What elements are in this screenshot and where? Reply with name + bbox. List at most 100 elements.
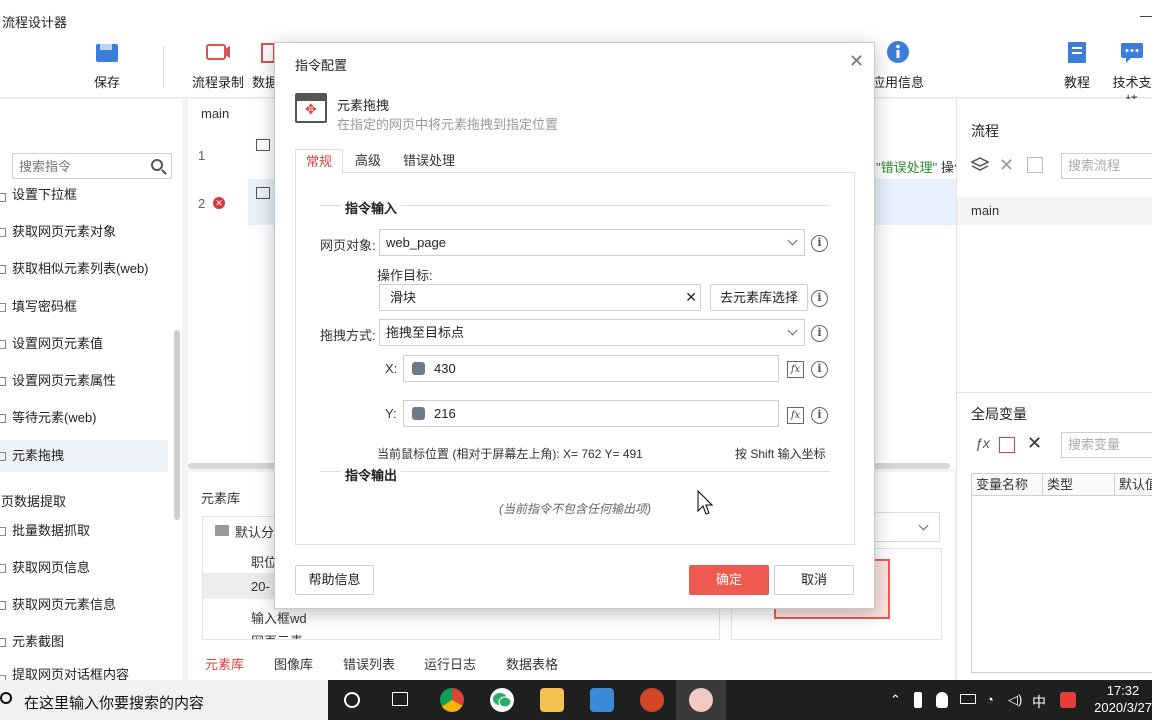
target-input[interactable]: 滑块 ✕ (379, 284, 701, 311)
save-icon (94, 40, 120, 64)
chevron-down-icon (787, 325, 798, 336)
command-item[interactable]: 元素截图 (0, 626, 168, 658)
tab-general[interactable]: 常规 (295, 149, 344, 174)
app-info-button[interactable]: 应用信息 (872, 40, 924, 91)
wechat-icon[interactable] (490, 688, 514, 712)
bracket-icon (0, 638, 6, 647)
rename-icon[interactable] (1027, 157, 1043, 173)
delete-var-icon[interactable]: ✕ (1027, 433, 1042, 454)
chevron-up-icon[interactable]: ⌃ (890, 692, 901, 708)
wifi-icon[interactable]: ◔ (986, 692, 994, 707)
qq-icon[interactable] (936, 692, 948, 708)
section-input-title: 指令输入 (341, 198, 402, 217)
command-search-input[interactable] (13, 154, 143, 178)
save-button[interactable]: 保存 (94, 40, 120, 91)
dialog-title: 指令配置 (295, 58, 348, 73)
drag-element-icon (295, 93, 327, 123)
tab-advanced[interactable]: 高级 (345, 149, 391, 174)
info-icon[interactable]: i (811, 235, 828, 252)
info-icon[interactable]: i (811, 407, 828, 424)
command-item[interactable]: 设置网页元素属性 (0, 365, 168, 397)
command-item[interactable]: 等待元素(web) (0, 402, 168, 434)
taskbar-search[interactable]: 在这里输入你要搜索的内容 (0, 680, 328, 720)
cancel-button[interactable]: 取消 (774, 565, 854, 595)
tab-main[interactable]: main (188, 99, 268, 129)
command-item[interactable]: 设置下拉框 (0, 181, 168, 209)
col-header-name[interactable]: 变量名称 (972, 474, 1043, 496)
fx-icon[interactable]: fx (787, 407, 804, 424)
phone-icon[interactable] (914, 692, 922, 708)
preview-dropdown[interactable] (874, 512, 940, 542)
battery-icon[interactable] (960, 694, 976, 704)
delete-icon[interactable]: ✕ (999, 155, 1014, 176)
category-label[interactable]: 网页数据提取 (0, 491, 66, 510)
tab-element-lib[interactable]: 元素库 (205, 654, 244, 673)
tab-data-table[interactable]: 数据表格 (506, 654, 558, 673)
title-bar: 流程设计器 (0, 0, 1152, 36)
web-object-select[interactable]: web_page (379, 229, 805, 256)
command-scrollbar[interactable] (174, 330, 180, 520)
tab-error-list[interactable]: 错误列表 (343, 654, 395, 673)
ime-indicator[interactable]: 中 (1032, 692, 1046, 712)
command-item[interactable]: 获取网页元素对象 (0, 216, 168, 248)
command-item-selected[interactable]: 元素拖拽 (0, 440, 168, 472)
info-icon[interactable]: i (811, 325, 828, 342)
var-search-input[interactable]: 搜索变量 (1061, 432, 1152, 458)
col-header-default[interactable]: 默认值 (1115, 474, 1152, 496)
command-item[interactable]: 设置网页元素值 (0, 328, 168, 360)
command-item[interactable]: 获取网页元素信息 (0, 589, 168, 621)
col-header-type[interactable]: 类型 (1043, 474, 1115, 496)
step-icon (256, 139, 270, 151)
fx-icon[interactable]: fx (787, 361, 804, 378)
app-title: 流程设计器 (2, 15, 68, 30)
tree-item[interactable]: 输入框wd (251, 608, 307, 627)
cortana-icon[interactable] (344, 692, 360, 708)
command-item[interactable]: 填写密码框 (0, 291, 168, 323)
active-app-slot[interactable] (676, 680, 726, 720)
chrome-icon[interactable] (440, 688, 464, 712)
tab-image-lib[interactable]: 图像库 (274, 654, 313, 673)
clear-icon[interactable]: ✕ (685, 285, 697, 310)
help-button[interactable]: 帮助信息 (295, 565, 374, 595)
layers-icon[interactable] (970, 157, 990, 176)
data-icon (258, 40, 275, 64)
no-output-text: (当前指令不包含任何输出项) (499, 502, 651, 516)
target-label: 操作目标: (377, 268, 433, 283)
record-button[interactable]: 流程录制 (192, 40, 244, 91)
command-search[interactable] (12, 153, 172, 179)
task-view-icon[interactable] (392, 692, 408, 706)
tutorial-button[interactable]: 教程 (1064, 40, 1090, 91)
flow-title: 流程 (971, 123, 999, 139)
minimize-icon[interactable] (1140, 16, 1152, 17)
file-explorer-icon[interactable] (540, 688, 564, 712)
tab-error-handling[interactable]: 错误处理 (393, 149, 465, 174)
rpa-app-icon (689, 688, 713, 712)
command-item[interactable]: 提取网页对话框内容 (0, 663, 168, 680)
taskbar: 在这里输入你要搜索的内容 ⌃ ◔ ◁) 中 17:32 2020/3/27 (0, 680, 1152, 720)
rename-var-icon[interactable] (999, 437, 1015, 453)
flow-search-input[interactable]: 搜索流程 (1061, 153, 1152, 179)
close-icon[interactable]: ✕ (849, 52, 864, 70)
y-input[interactable]: 216 (403, 400, 779, 427)
command-item[interactable]: 获取网页信息 (0, 552, 168, 584)
choose-from-library-button[interactable]: 去元素库选择 (710, 284, 808, 311)
powerpoint-icon[interactable] (640, 688, 664, 712)
ok-button[interactable]: 确定 (689, 565, 769, 595)
command-item[interactable]: 批量数据抓取 (0, 515, 168, 547)
drag-mode-select[interactable]: 拖拽至目标点 (379, 319, 805, 346)
chevron-down-icon (787, 235, 798, 246)
x-input[interactable]: 430 (403, 355, 779, 382)
info-icon[interactable]: i (811, 290, 828, 307)
app-icon[interactable] (590, 688, 614, 712)
sogou-icon[interactable] (1060, 692, 1076, 708)
flow-item-row[interactable]: main (957, 197, 1152, 225)
tree-item[interactable]: 网页元素 (251, 631, 303, 639)
tab-run-log[interactable]: 运行日志 (424, 654, 476, 673)
chat-icon (1119, 40, 1145, 64)
info-icon[interactable]: i (811, 361, 828, 378)
fx-icon[interactable]: ƒx (975, 435, 990, 451)
clock[interactable]: 17:32 2020/3/27 (1094, 682, 1152, 716)
command-item[interactable]: 获取相似元素列表(web) (0, 253, 168, 285)
tree-item[interactable]: 20- (251, 579, 270, 594)
volume-icon[interactable]: ◁) (1008, 692, 1022, 708)
